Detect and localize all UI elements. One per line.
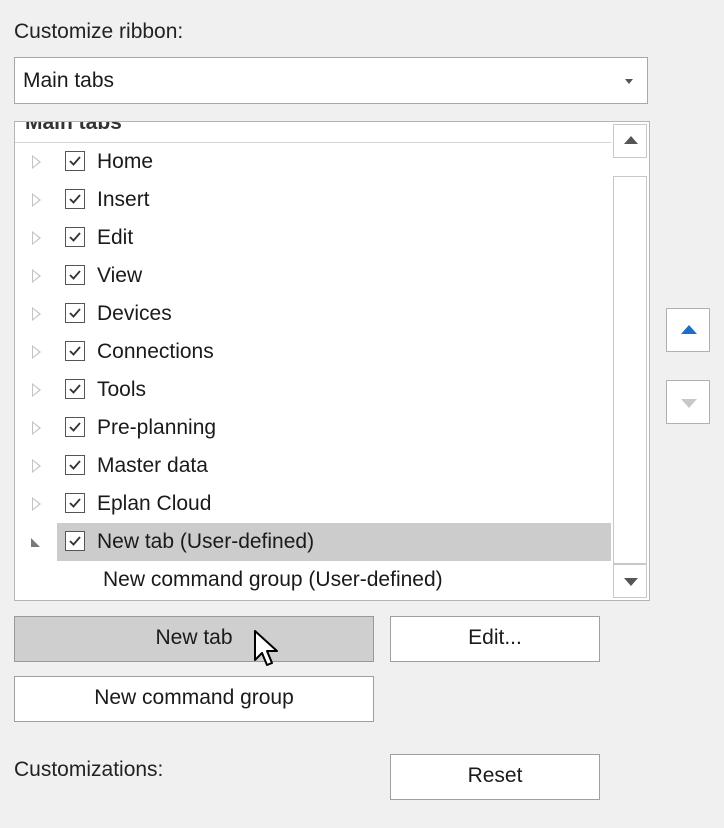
tree-item-label: Home bbox=[97, 150, 154, 173]
expand-triangle-icon[interactable] bbox=[32, 155, 41, 169]
move-up-button[interactable] bbox=[666, 308, 710, 352]
tree-item-label: Tools bbox=[97, 378, 147, 401]
tree-item-label: Pre-planning bbox=[97, 416, 217, 439]
new-tab-button[interactable]: New tab bbox=[14, 616, 374, 662]
tree-item[interactable]: Pre-planning bbox=[15, 409, 611, 447]
tree-item-label: Master data bbox=[97, 454, 208, 477]
expand-triangle-icon[interactable] bbox=[32, 193, 41, 207]
tree-item-label: Insert bbox=[97, 188, 150, 211]
checkmark-icon bbox=[69, 194, 81, 204]
checkbox[interactable] bbox=[65, 379, 85, 399]
arrow-up-icon bbox=[624, 136, 638, 144]
scroll-down-button[interactable] bbox=[613, 564, 647, 598]
expand-triangle-icon[interactable] bbox=[32, 497, 41, 511]
expand-triangle-icon[interactable] bbox=[32, 421, 41, 435]
tree-item[interactable]: New tab (User-defined) bbox=[31, 523, 611, 561]
expand-triangle-icon[interactable] bbox=[32, 345, 41, 359]
tree-item[interactable]: Tools bbox=[15, 371, 611, 409]
scroll-thumb[interactable] bbox=[613, 176, 647, 564]
move-down-arrow-icon bbox=[681, 399, 697, 408]
mouse-cursor-icon bbox=[254, 630, 278, 666]
edit-button-label: Edit... bbox=[468, 626, 522, 649]
checkmark-icon bbox=[69, 346, 81, 356]
customizations-label: Customizations: bbox=[14, 758, 164, 781]
tree-item[interactable]: Edit bbox=[15, 219, 611, 257]
checkbox[interactable] bbox=[65, 455, 85, 475]
tree-item[interactable]: Devices bbox=[15, 295, 611, 333]
checkbox[interactable] bbox=[65, 493, 85, 513]
chevron-down-icon bbox=[625, 79, 633, 84]
expand-triangle-icon[interactable] bbox=[32, 459, 41, 473]
checkmark-icon bbox=[69, 422, 81, 432]
checkmark-icon bbox=[69, 460, 81, 470]
scroll-up-button[interactable] bbox=[613, 124, 647, 158]
expand-triangle-icon[interactable] bbox=[32, 269, 41, 283]
tree-header-partial: Main tabs bbox=[25, 121, 122, 134]
expand-triangle-icon[interactable] bbox=[32, 383, 41, 397]
tree-item[interactable]: Insert bbox=[15, 181, 611, 219]
ribbon-tree[interactable]: Main tabs Home Insert Edit View Devices Conne… bbox=[14, 121, 650, 601]
checkmark-icon bbox=[69, 308, 81, 318]
reset-button[interactable]: Reset bbox=[390, 754, 600, 800]
tree-vertical-scrollbar[interactable] bbox=[613, 124, 647, 598]
edit-button[interactable]: Edit... bbox=[390, 616, 600, 662]
checkmark-icon bbox=[69, 498, 81, 508]
checkbox[interactable] bbox=[65, 417, 85, 437]
checkmark-icon bbox=[69, 384, 81, 394]
tree-item[interactable]: Home bbox=[15, 143, 611, 181]
checkbox[interactable] bbox=[65, 303, 85, 323]
checkmark-icon bbox=[69, 156, 81, 166]
expand-triangle-icon[interactable] bbox=[32, 307, 41, 321]
tree-item-label: Devices bbox=[97, 302, 172, 325]
tree-item-label: New tab (User-defined) bbox=[97, 530, 315, 553]
ribbon-tabs-dropdown[interactable]: Main tabs bbox=[14, 57, 648, 104]
checkmark-icon bbox=[69, 232, 81, 242]
tree-item-label: Connections bbox=[97, 340, 214, 363]
reset-button-label: Reset bbox=[467, 764, 523, 787]
customize-ribbon-label: Customize ribbon: bbox=[14, 20, 184, 43]
tree-item[interactable]: Master data bbox=[15, 447, 611, 485]
tree-child-item[interactable]: New command group (User-defined) bbox=[103, 568, 443, 592]
checkbox[interactable] bbox=[65, 227, 85, 247]
dropdown-selected-value: Main tabs bbox=[23, 69, 115, 92]
checkbox[interactable] bbox=[65, 341, 85, 361]
move-down-button[interactable] bbox=[666, 380, 710, 424]
tree-item[interactable]: Eplan Cloud bbox=[15, 485, 611, 523]
new-tab-button-label: New tab bbox=[155, 626, 233, 649]
checkbox[interactable] bbox=[65, 189, 85, 209]
expand-triangle-icon[interactable] bbox=[32, 231, 41, 245]
tree-item[interactable]: Connections bbox=[15, 333, 611, 371]
collapse-triangle-icon[interactable] bbox=[31, 538, 40, 547]
tree-item-label: View bbox=[97, 264, 143, 287]
arrow-down-icon bbox=[624, 578, 638, 586]
checkbox[interactable] bbox=[65, 531, 85, 551]
checkbox[interactable] bbox=[65, 151, 85, 171]
checkbox[interactable] bbox=[65, 265, 85, 285]
tree-item[interactable]: View bbox=[15, 257, 611, 295]
new-command-group-button-label: New command group bbox=[94, 686, 294, 709]
tree-item-label: Eplan Cloud bbox=[97, 492, 212, 515]
new-command-group-button[interactable]: New command group bbox=[14, 676, 374, 722]
checkmark-icon bbox=[69, 536, 81, 546]
move-up-arrow-icon bbox=[681, 325, 697, 334]
checkmark-icon bbox=[69, 270, 81, 280]
tree-item-label: Edit bbox=[97, 226, 134, 249]
